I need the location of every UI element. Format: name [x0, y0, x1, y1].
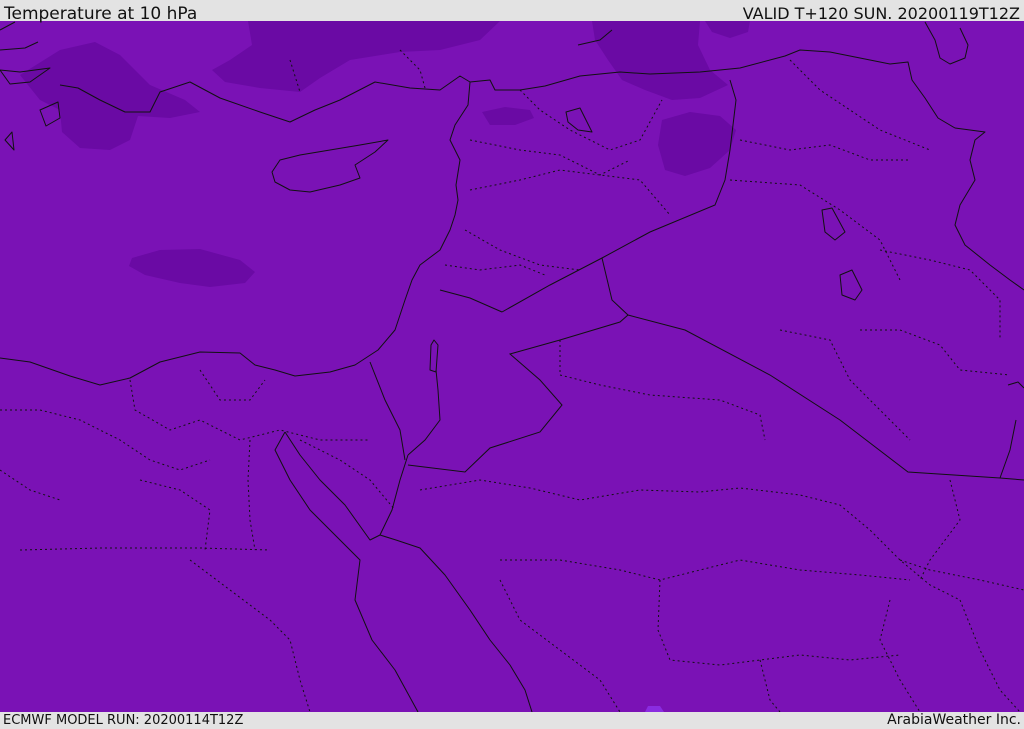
model-run-label: ECMWF MODEL RUN: 20200114T12Z [3, 713, 244, 728]
map-canvas [0, 21, 1024, 712]
map-title: Temperature at 10 hPa [4, 4, 198, 24]
header-bar: Temperature at 10 hPa VALID T+120 SUN. 2… [0, 0, 1024, 24]
footer-bar: ECMWF MODEL RUN: 20200114T12Z ArabiaWeat… [0, 712, 1024, 729]
brand-label: ArabiaWeather Inc. [887, 712, 1021, 728]
map-svg [0, 21, 1024, 712]
weather-map-frame: Temperature at 10 hPa VALID T+120 SUN. 2… [0, 0, 1024, 729]
valid-time: VALID T+120 SUN. 20200119T12Z [742, 4, 1020, 23]
